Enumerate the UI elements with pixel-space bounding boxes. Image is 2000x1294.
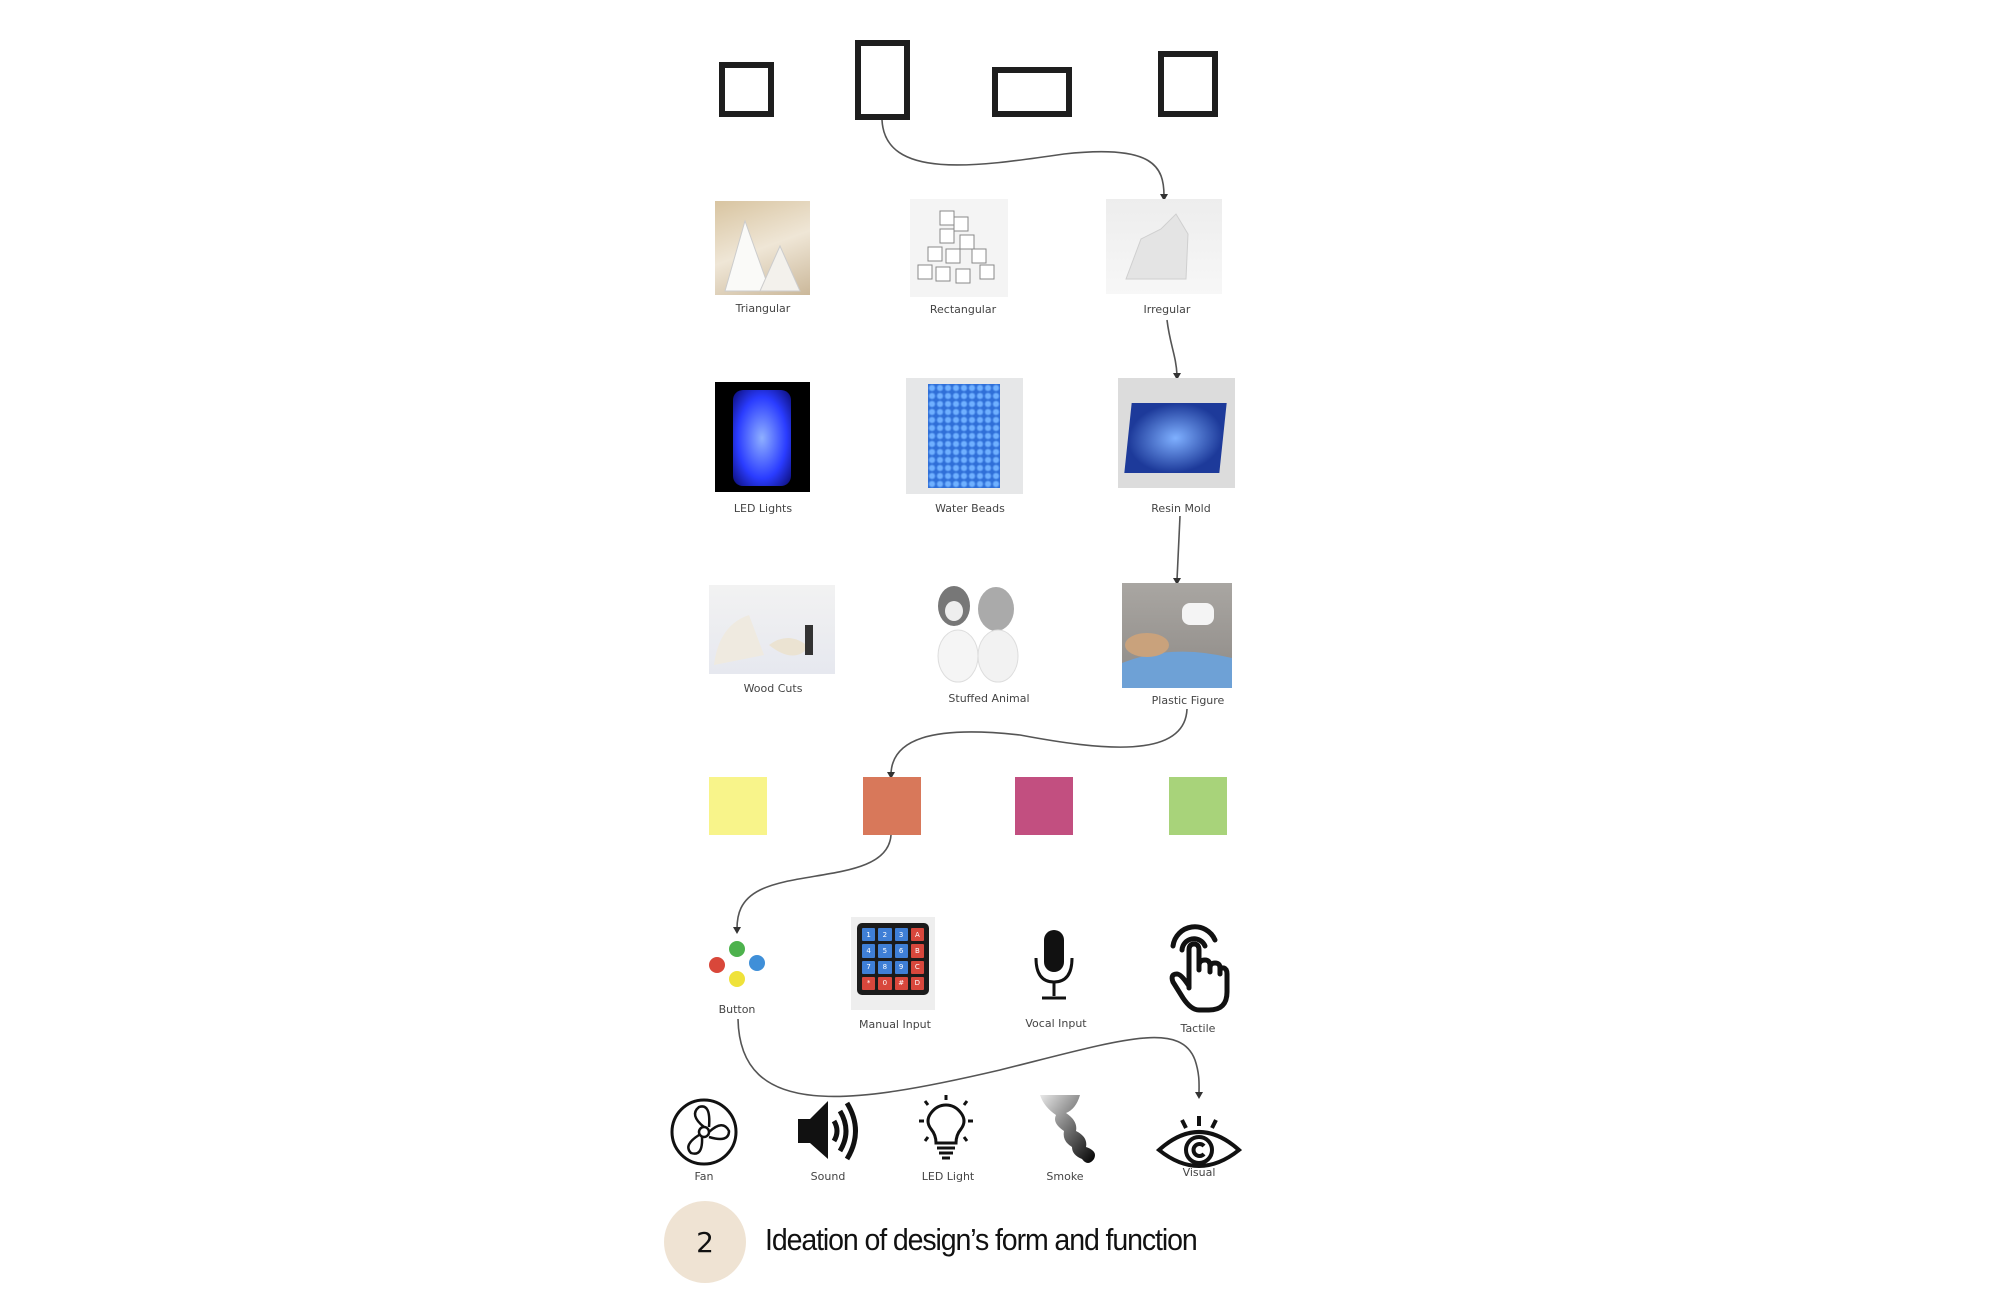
button-icon bbox=[709, 941, 765, 987]
connector-shape-to-irregular bbox=[881, 119, 1165, 197]
keypad-key: 6 bbox=[894, 944, 908, 958]
wide-rectangle-outline bbox=[992, 67, 1072, 117]
keypad-key: A bbox=[910, 928, 924, 942]
resin-mold-image bbox=[1118, 378, 1235, 488]
keypad-key: C bbox=[910, 960, 924, 974]
led-light-bulb-icon bbox=[919, 1095, 973, 1160]
keypad-key: 0 bbox=[878, 976, 892, 990]
keypad-key: 8 bbox=[878, 960, 892, 974]
tall-rectangle-outline bbox=[855, 40, 910, 120]
keypad-key: 7 bbox=[862, 960, 876, 974]
keypad-key: * bbox=[862, 976, 876, 990]
square-shape-outline bbox=[1158, 51, 1218, 117]
keypad-key: 2 bbox=[878, 928, 892, 942]
keypad-key: 9 bbox=[894, 960, 908, 974]
triangular-image bbox=[715, 201, 810, 295]
led-lights-image bbox=[715, 382, 810, 492]
shape-label: Rectangular bbox=[929, 303, 997, 316]
color-swatch-green bbox=[1169, 777, 1227, 835]
material-label: Resin Mold bbox=[1151, 502, 1211, 515]
input-label: Tactile bbox=[1180, 1022, 1216, 1035]
manual-input-keypad-image: 1 2 3 A 4 5 6 B 7 8 9 C * 0 # D bbox=[851, 917, 935, 1010]
keypad-key: 1 bbox=[862, 928, 876, 942]
caption-title: Ideation of design’s form and function bbox=[765, 1222, 1198, 1257]
rectangular-image bbox=[910, 199, 1008, 297]
color-swatch-pink bbox=[1015, 777, 1073, 835]
color-swatch-orange bbox=[863, 777, 921, 835]
stuffed-animal-image bbox=[926, 581, 1032, 688]
keypad-key: # bbox=[894, 976, 908, 990]
sound-speaker-icon bbox=[798, 1101, 858, 1161]
keypad-key: B bbox=[910, 944, 924, 958]
keypad-key: 4 bbox=[862, 944, 876, 958]
shape-label: Irregular bbox=[1143, 303, 1191, 316]
plastic-figure-image bbox=[1122, 583, 1232, 688]
connector-irregular-to-resin bbox=[1166, 319, 1178, 376]
keypad-key: 3 bbox=[894, 928, 908, 942]
step-number-badge: 2 bbox=[664, 1201, 746, 1283]
water-beads-image bbox=[906, 378, 1023, 494]
input-label: Manual Input bbox=[859, 1018, 931, 1031]
irregular-image bbox=[1106, 199, 1222, 294]
object-label: Stuffed Animal bbox=[948, 692, 1030, 705]
tactile-touch-icon bbox=[1169, 924, 1230, 1013]
connector-resin-to-plastic bbox=[1176, 515, 1181, 581]
object-label: Wood Cuts bbox=[743, 682, 803, 695]
wood-cuts-image bbox=[709, 585, 835, 674]
input-label: Vocal Input bbox=[1025, 1017, 1087, 1030]
shape-label: Triangular bbox=[735, 302, 791, 315]
keypad-key: D bbox=[910, 976, 924, 990]
material-label: Water Beads bbox=[935, 502, 1005, 515]
keypad-key: 5 bbox=[878, 944, 892, 958]
material-label: LED Lights bbox=[733, 502, 793, 515]
input-label: Button bbox=[718, 1003, 756, 1016]
smoke-icon bbox=[1040, 1095, 1095, 1163]
square-shape-outline bbox=[719, 62, 774, 117]
microphone-icon bbox=[1034, 930, 1074, 1000]
connector-plastic-to-orange bbox=[890, 708, 1188, 775]
output-label: Visual bbox=[1182, 1166, 1216, 1179]
connector-orange-to-button bbox=[736, 834, 892, 930]
color-swatch-yellow bbox=[709, 777, 767, 835]
object-label: Plastic Figure bbox=[1151, 694, 1225, 707]
fan-icon bbox=[670, 1098, 738, 1166]
